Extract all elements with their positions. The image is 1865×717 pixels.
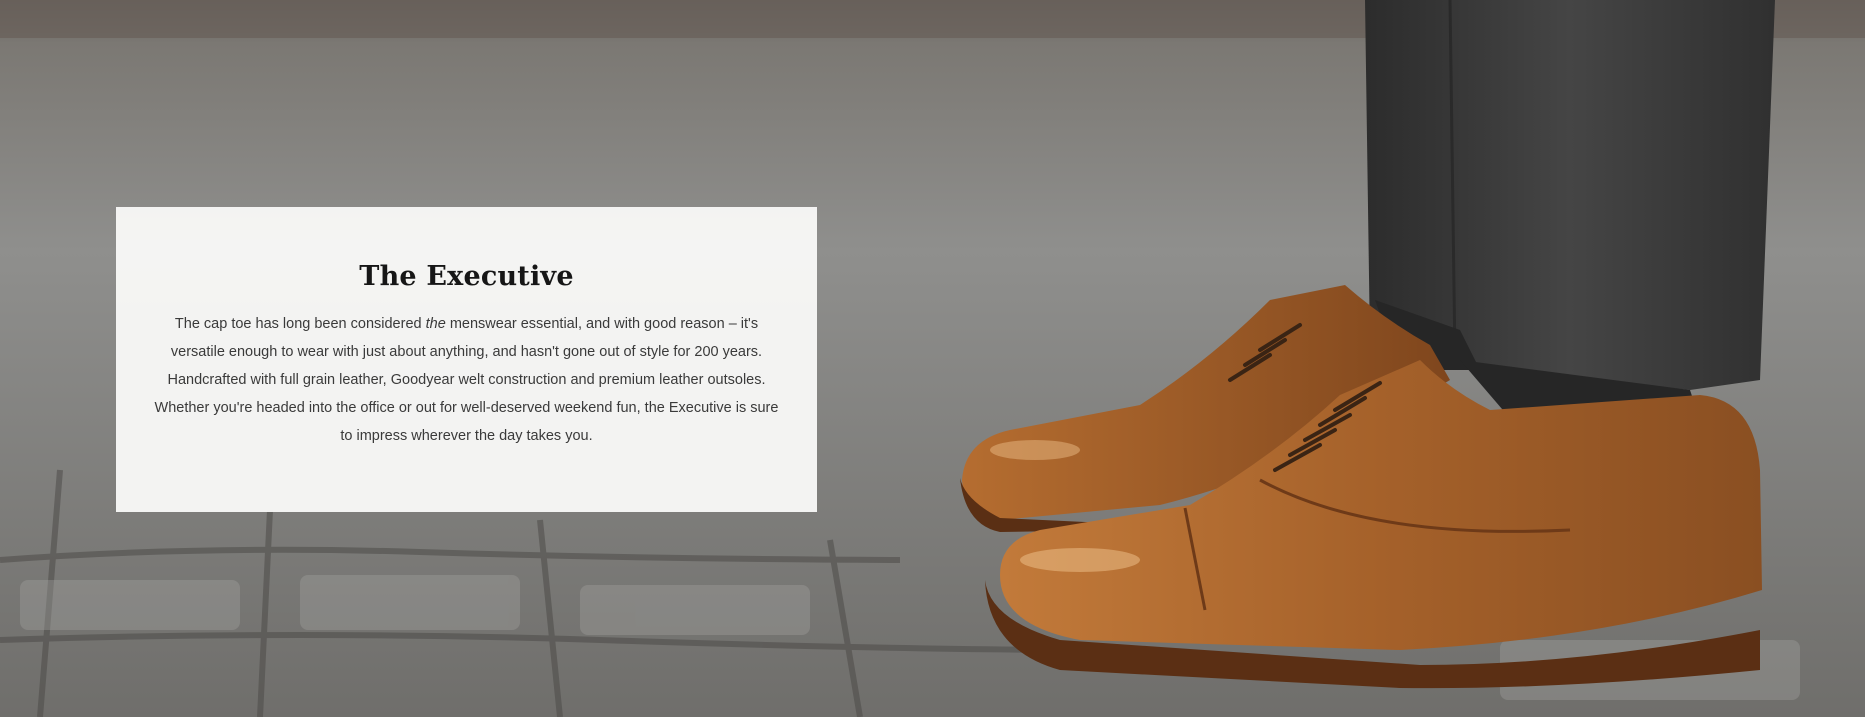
hero-banner: The Executive The cap toe has long been … bbox=[0, 0, 1865, 717]
description-text-start: The cap toe has long been considered bbox=[174, 316, 426, 332]
product-description: The cap toe has long been considered the… bbox=[152, 310, 781, 450]
description-text-end: menswear essential, and with good reason… bbox=[154, 316, 779, 444]
product-description-card: The Executive The cap toe has long been … bbox=[116, 207, 817, 512]
description-emphasis: the bbox=[425, 316, 446, 332]
product-title: The Executive bbox=[359, 261, 574, 292]
